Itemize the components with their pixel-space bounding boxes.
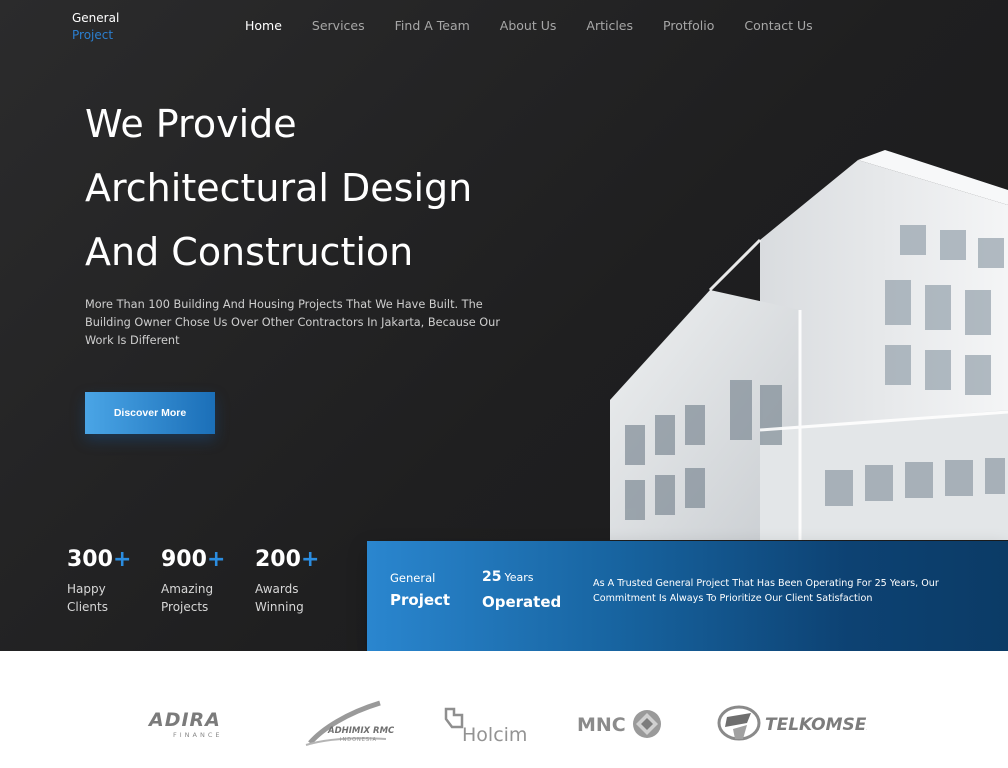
brand-logo[interactable]: General Project [72, 10, 119, 44]
main-nav: Home Services Find A Team About Us Artic… [245, 18, 843, 33]
adhimix-logo-text: ADHIMIX RMC [327, 726, 394, 736]
holcim-logo: Holcim [444, 707, 527, 745]
stat-label: Awards Winning [255, 582, 304, 614]
stat-plus: + [206, 547, 226, 572]
stat-happy-clients: 300+ Happy Clients [67, 546, 161, 616]
partner-logos: ADIRA FINANCE ADHIMIX RMC INDONESIA Holc… [0, 651, 1008, 768]
hero-headline: We Provide Architectural Design And Cons… [85, 92, 605, 284]
info-years-number: 25 [482, 569, 502, 585]
adhimix-logo-subtext: INDONESIA [340, 737, 377, 743]
headline-line-2: Architectural Design [85, 166, 473, 210]
brand-line-1: General [72, 11, 120, 25]
stat-number: 200 [255, 547, 301, 572]
nav-contact-us[interactable]: Contact Us [744, 18, 812, 33]
brand-line-2: Project [72, 28, 114, 42]
stat-number: 300 [67, 547, 113, 572]
nav-articles[interactable]: Articles [586, 18, 633, 33]
info-years-unit: Years [504, 571, 534, 584]
stat-awards-winning: 200+ Awards Winning [255, 546, 349, 616]
info-brand-line-2: Project [390, 591, 451, 609]
nav-portfolio[interactable]: Protfolio [663, 18, 714, 33]
adira-logo-text: ADIRA [147, 709, 221, 731]
stat-amazing-projects: 900+ Amazing Projects [161, 546, 255, 616]
info-years-label: Operated [482, 593, 562, 611]
info-brand-line-1: General [390, 571, 436, 585]
nav-services[interactable]: Services [312, 18, 365, 33]
stat-label: Happy Clients [67, 582, 108, 614]
stat-plus: + [300, 547, 320, 572]
building-image [610, 150, 1008, 540]
info-years: 25 Years Operated [482, 568, 561, 613]
nav-about-us[interactable]: About Us [500, 18, 557, 33]
headline-line-3: And Construction [85, 230, 414, 274]
mnc-logo-text: MNC [577, 714, 626, 736]
telkomsel-logo-text: TELKOMSEL [765, 715, 867, 735]
page: General Project Home Services Find A Tea… [0, 0, 1008, 768]
info-description: As A Trusted General Project That Has Be… [593, 578, 939, 604]
stat-plus: + [112, 547, 132, 572]
adira-logo-subtext: FINANCE [173, 731, 222, 739]
headline-line-1: We Provide [85, 102, 297, 146]
nav-home[interactable]: Home [245, 18, 282, 33]
telkomsel-logo: TELKOMSEL [717, 705, 867, 741]
holcim-logo-text: Holcim [462, 724, 527, 745]
info-brand: General Project [390, 571, 450, 611]
stat-number: 900 [161, 547, 207, 572]
company-info-banner: General Project 25 Years Operated As A Tr… [367, 541, 1008, 651]
discover-more-button[interactable]: Discover More [85, 392, 215, 434]
nav-find-a-team[interactable]: Find A Team [395, 18, 470, 33]
mnc-logo: MNC [577, 710, 661, 738]
adhimix-rmc-logo: ADHIMIX RMC INDONESIA [305, 700, 394, 746]
stats-row: 300+ Happy Clients 900+ Amazing Projects… [67, 546, 349, 616]
stat-label: Amazing Projects [161, 582, 214, 614]
adira-finance-logo: ADIRA FINANCE [147, 709, 222, 739]
hero-subtitle: More Than 100 Building And Housing Proje… [85, 298, 500, 347]
